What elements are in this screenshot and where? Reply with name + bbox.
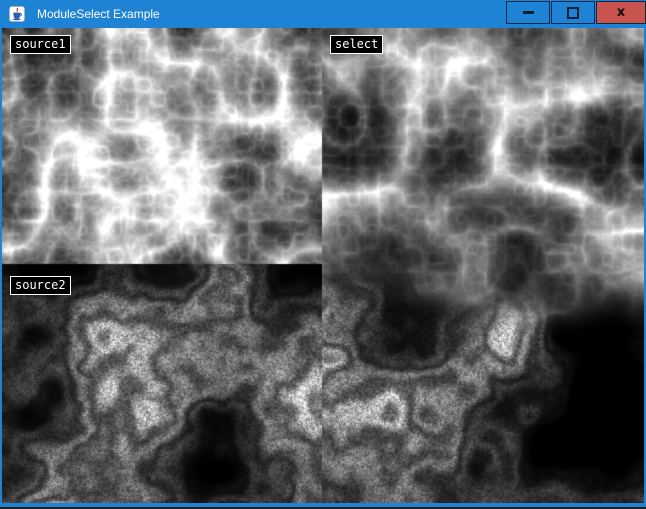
label-source2: source2 — [10, 276, 71, 295]
close-button[interactable]: x — [596, 1, 646, 24]
label-source1: source1 — [10, 35, 71, 54]
noise-render-canvas — [2, 28, 644, 503]
maximize-icon — [567, 7, 579, 19]
window-title: ModuleSelect Example — [37, 0, 160, 28]
window-controls: x — [505, 1, 646, 24]
close-icon: x — [617, 6, 625, 19]
minimize-button[interactable] — [506, 1, 550, 24]
titlebar[interactable]: ModuleSelect Example x — [0, 0, 646, 28]
minimize-icon — [523, 11, 534, 14]
maximize-button[interactable] — [551, 1, 595, 24]
label-select: select — [330, 35, 383, 54]
java-coffee-cup-icon — [9, 6, 25, 22]
render-area: source1 select source2 — [2, 28, 644, 503]
application-window: ModuleSelect Example x source1 select so… — [0, 0, 646, 509]
